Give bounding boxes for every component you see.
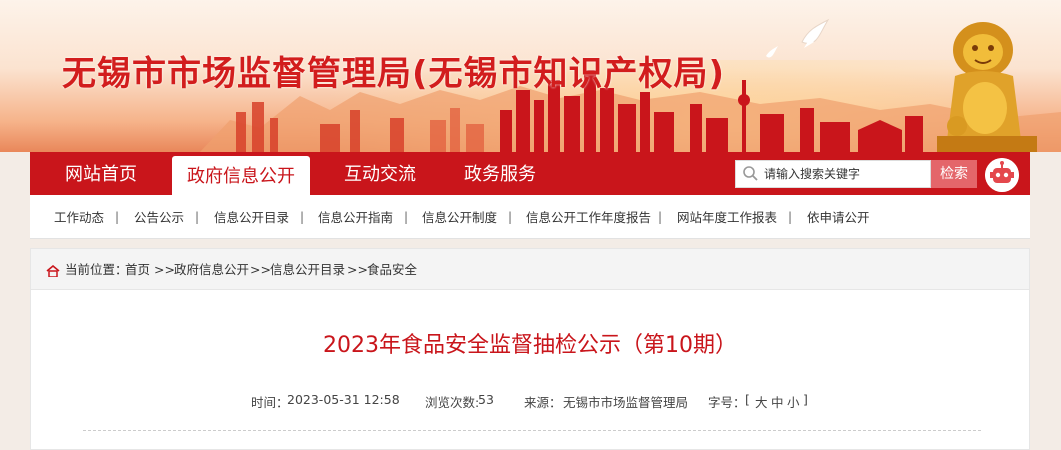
lion-statue-icon bbox=[937, 22, 1037, 152]
subnav-item-on-request[interactable]: 依申请公开 bbox=[807, 195, 870, 238]
meta-time: 2023-05-31 12:58 bbox=[287, 392, 400, 407]
robot-icon[interactable] bbox=[985, 158, 1019, 192]
fontsize-medium-button[interactable]: 中 bbox=[771, 392, 784, 411]
subnav-item-announcements[interactable]: 公告公示 bbox=[134, 195, 184, 238]
fontsize-bracket-close: ] bbox=[803, 392, 808, 407]
subnav-separator: | bbox=[115, 210, 120, 224]
subnav-separator: | bbox=[195, 210, 200, 224]
subnav-separator: | bbox=[508, 210, 513, 224]
meta-fontsize-label: 字号： bbox=[708, 395, 746, 410]
subnav-separator: | bbox=[300, 210, 305, 224]
article-title: 2023年食品安全监督抽检公示（第10期） bbox=[323, 333, 737, 358]
meta-source-label: 来源： bbox=[524, 395, 562, 410]
subnav-item-guide[interactable]: 信息公开指南 bbox=[318, 195, 393, 238]
content-panel: 当前位置： 首页 >> 政府信息公开 >> 信息公开目录 >> 食品安全 202… bbox=[30, 248, 1030, 450]
subnav-item-site-report[interactable]: 网站年度工作报表 bbox=[677, 195, 777, 238]
breadcrumb-item-food-safety[interactable]: 食品安全 bbox=[367, 249, 417, 289]
site-title: 无锡市市场监督管理局(无锡市知识产权局) bbox=[62, 54, 726, 94]
fontsize-bracket-open: [ bbox=[745, 392, 750, 407]
fontsize-large-button[interactable]: 大 bbox=[755, 392, 768, 411]
header-banner: 无锡市市场监督管理局(无锡市知识产权局) bbox=[0, 0, 1061, 152]
breadcrumb-prefix: 当前位置： bbox=[65, 262, 128, 277]
nav-item-interaction[interactable]: 互动交流 bbox=[320, 152, 440, 195]
nav-item-home[interactable]: 网站首页 bbox=[38, 152, 164, 195]
subnav-separator: | bbox=[788, 210, 793, 224]
home-icon bbox=[46, 265, 60, 277]
search-icon bbox=[743, 166, 758, 181]
fontsize-small-button[interactable]: 小 bbox=[787, 392, 800, 411]
subnav-item-system[interactable]: 信息公开制度 bbox=[422, 195, 497, 238]
breadcrumb-separator: >> bbox=[250, 262, 271, 277]
breadcrumb-item-home[interactable]: 首页 bbox=[125, 249, 150, 289]
search-button[interactable]: 检索 bbox=[931, 160, 977, 188]
search-box bbox=[735, 160, 931, 188]
meta-divider bbox=[83, 430, 981, 431]
breadcrumb-item-catalog[interactable]: 信息公开目录 bbox=[270, 249, 345, 289]
meta-source: 无锡市市场监督管理局 bbox=[563, 395, 689, 410]
search-input[interactable] bbox=[764, 164, 924, 184]
sub-nav: 工作动态 | 公告公示 | 信息公开目录 | 信息公开指南 | 信息公开制度 |… bbox=[30, 195, 1030, 239]
subnav-separator: | bbox=[658, 210, 663, 224]
dove-icon bbox=[766, 46, 778, 58]
meta-time-label: 时间： bbox=[251, 395, 289, 410]
dove-icon bbox=[801, 18, 830, 48]
subnav-item-catalog[interactable]: 信息公开目录 bbox=[214, 195, 289, 238]
breadcrumb-item-gov-info[interactable]: 政府信息公开 bbox=[174, 249, 249, 289]
nav-item-government-info[interactable]: 政府信息公开 bbox=[172, 156, 310, 195]
subnav-separator: | bbox=[404, 210, 409, 224]
nav-item-gov-services[interactable]: 政务服务 bbox=[440, 152, 560, 195]
breadcrumb: 当前位置： 首页 >> 政府信息公开 >> 信息公开目录 >> 食品安全 bbox=[31, 249, 1029, 290]
meta-views-label: 浏览次数: bbox=[425, 395, 480, 410]
meta-views: 53 bbox=[478, 392, 494, 407]
subnav-item-work-news[interactable]: 工作动态 bbox=[54, 195, 104, 238]
breadcrumb-separator: >> bbox=[347, 262, 368, 277]
subnav-item-annual-report[interactable]: 信息公开工作年度报告 bbox=[526, 195, 651, 238]
breadcrumb-separator: >> bbox=[154, 262, 175, 277]
